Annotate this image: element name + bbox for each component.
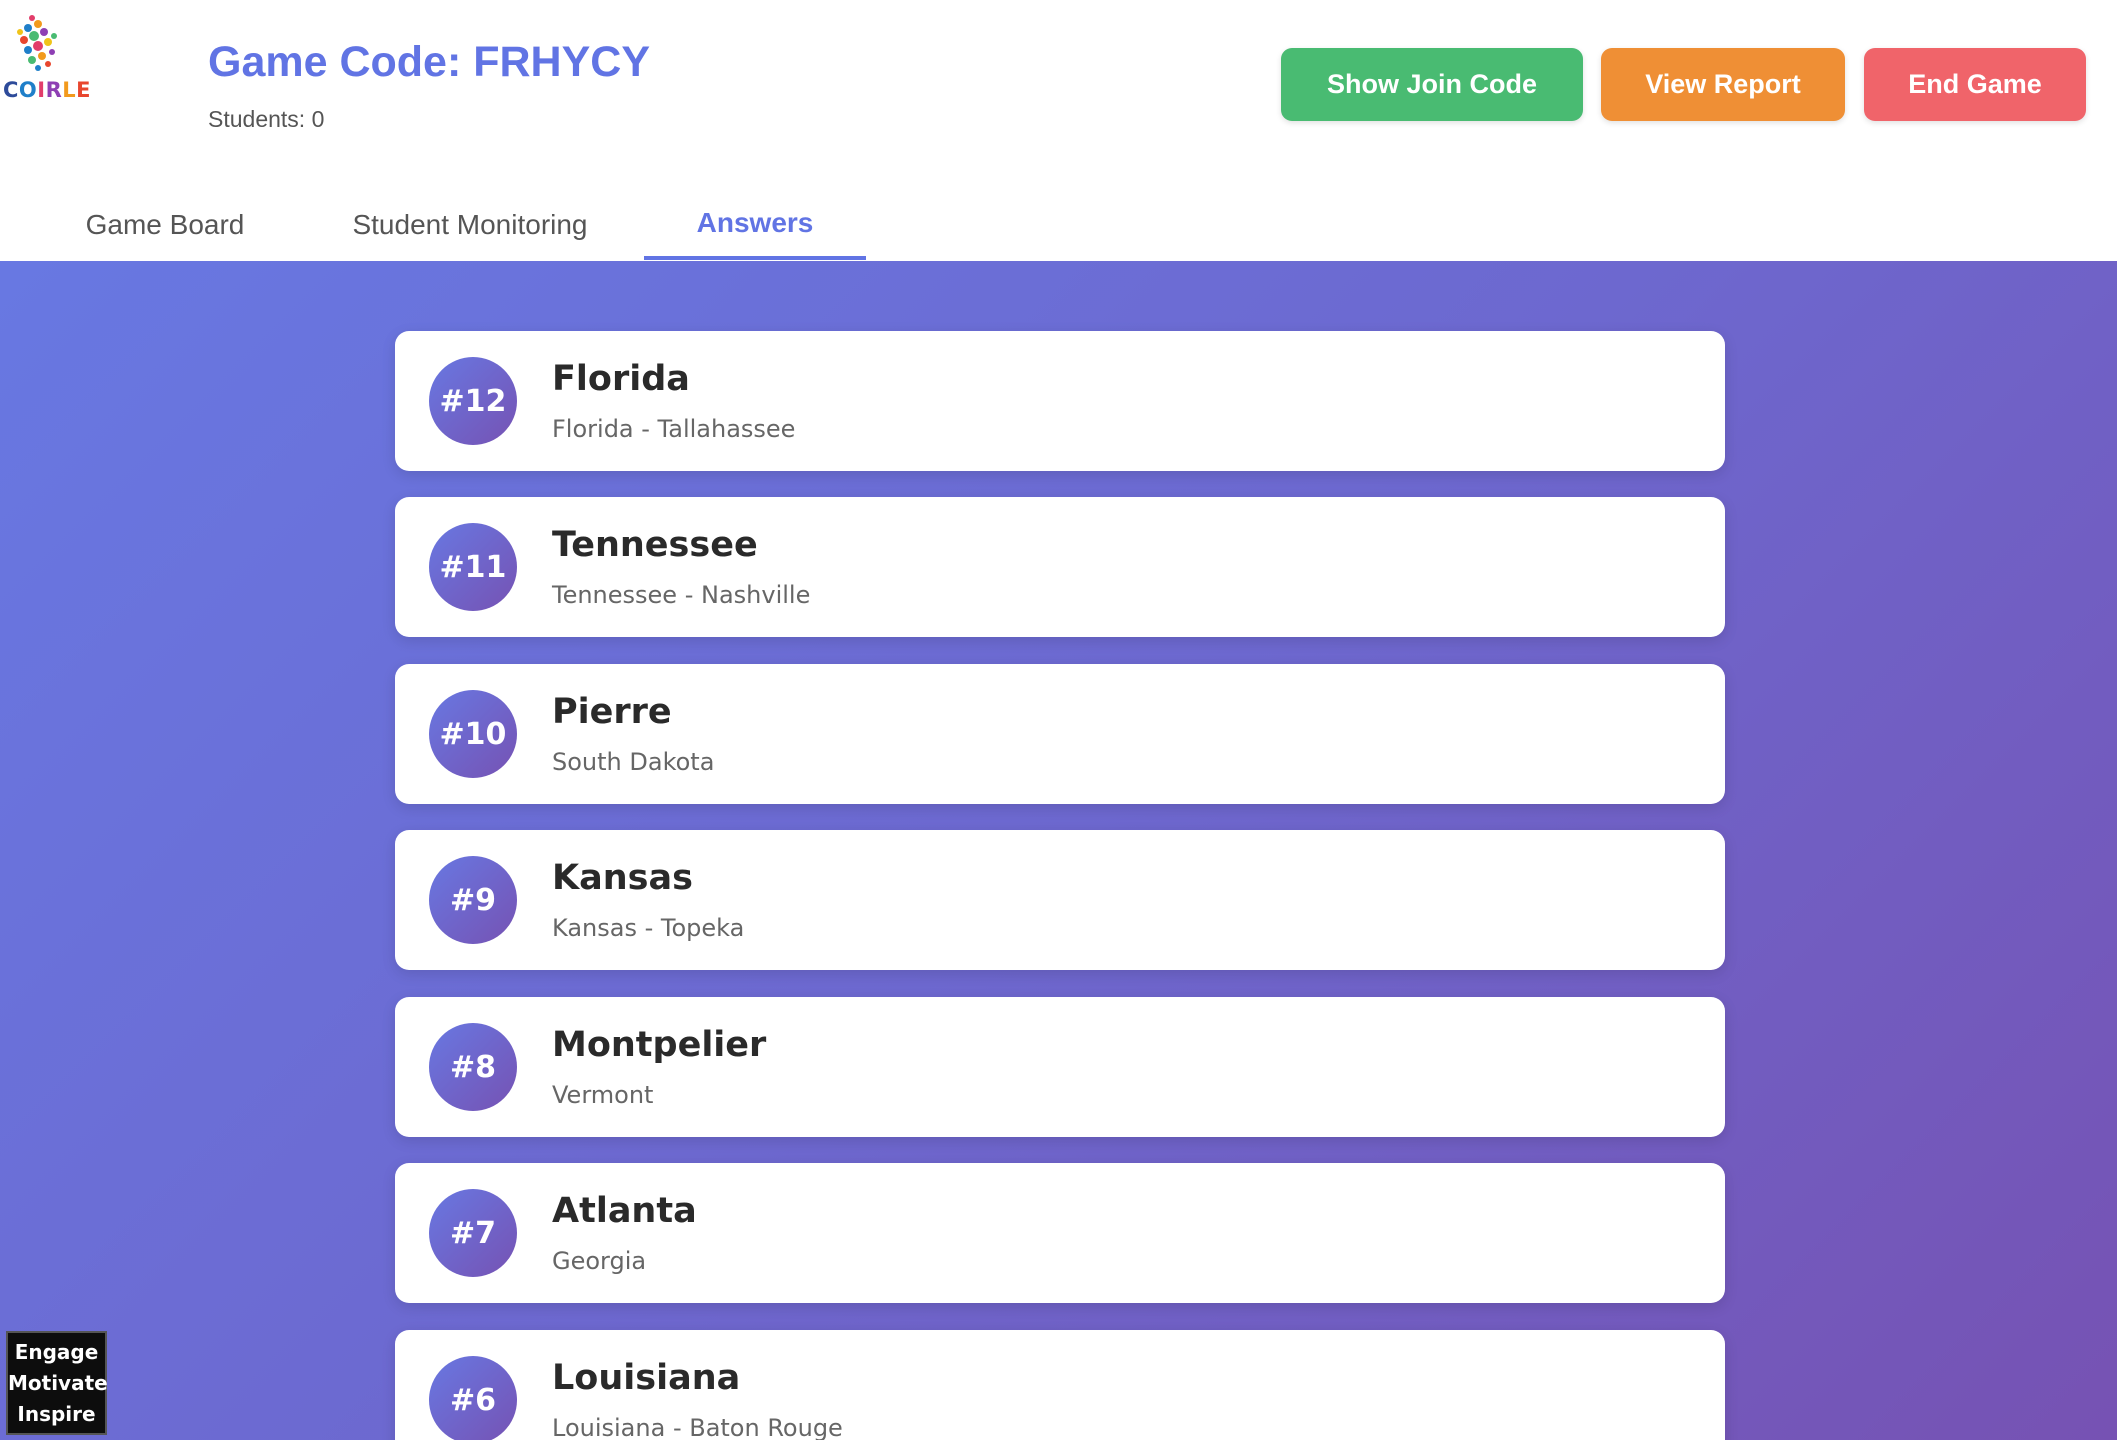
badge-line-engage: Engage xyxy=(14,1339,99,1364)
answer-title: Pierre xyxy=(552,692,672,732)
badge-line-inspire: Inspire xyxy=(17,1401,96,1426)
view-report-button[interactable]: View Report xyxy=(1601,48,1845,121)
answer-card[interactable]: #9 Kansas Kansas - Topeka xyxy=(395,830,1725,970)
answer-card[interactable]: #7 Atlanta Georgia xyxy=(395,1163,1725,1303)
answer-title: Florida xyxy=(552,359,690,399)
answer-number-badge: #12 xyxy=(429,357,517,445)
answer-card[interactable]: #12 Florida Florida - Tallahassee xyxy=(395,331,1725,471)
answer-subtitle: Louisiana - Baton Rouge xyxy=(552,1414,843,1440)
answer-title: Louisiana xyxy=(552,1358,741,1398)
answer-card[interactable]: #6 Louisiana Louisiana - Baton Rouge xyxy=(395,1330,1725,1440)
answer-title: Kansas xyxy=(552,858,693,898)
answer-card[interactable]: #10 Pierre South Dakota xyxy=(395,664,1725,804)
end-game-button[interactable]: End Game xyxy=(1864,48,2086,121)
answer-title: Tennessee xyxy=(552,525,758,565)
badge-line-motivate: Motivate xyxy=(8,1370,108,1395)
answer-card[interactable]: #11 Tennessee Tennessee - Nashville xyxy=(395,497,1725,637)
answer-number-badge: #11 xyxy=(429,523,517,611)
answer-number-badge: #7 xyxy=(429,1189,517,1277)
engage-motivate-inspire-badge: Engage Motivate Inspire xyxy=(6,1331,108,1435)
tab-student-monitoring[interactable]: Student Monitoring xyxy=(330,190,610,260)
logo-wordmark: COIRLE xyxy=(3,78,92,102)
show-join-code-button[interactable]: Show Join Code xyxy=(1281,48,1583,121)
tab-answers[interactable]: Answers xyxy=(644,190,866,260)
answer-number-badge: #8 xyxy=(429,1023,517,1111)
answer-subtitle: Kansas - Topeka xyxy=(552,914,745,942)
answer-number-badge: #10 xyxy=(429,690,517,778)
answer-subtitle: Georgia xyxy=(552,1247,647,1275)
answer-subtitle: South Dakota xyxy=(552,748,715,776)
students-count: Students: 0 xyxy=(208,106,325,132)
tab-game-board[interactable]: Game Board xyxy=(60,190,270,260)
answer-number-badge: #9 xyxy=(429,856,517,944)
answer-subtitle: Vermont xyxy=(552,1081,654,1109)
game-code-title: Game Code: FRHYCY xyxy=(208,38,651,86)
answer-title: Atlanta xyxy=(552,1191,697,1231)
answer-subtitle: Florida - Tallahassee xyxy=(552,415,796,443)
coirle-logo-icon xyxy=(17,15,57,71)
answer-number-badge: #6 xyxy=(429,1356,517,1440)
answers-panel: #12 Florida Florida - Tallahassee #11 Te… xyxy=(0,261,2117,1440)
answer-card[interactable]: #8 Montpelier Vermont xyxy=(395,997,1725,1137)
answer-subtitle: Tennessee - Nashville xyxy=(552,581,811,609)
top-header: COIRLE Game Code: FRHYCY Students: 0 Sho… xyxy=(0,0,2117,261)
answer-title: Montpelier xyxy=(552,1025,767,1065)
